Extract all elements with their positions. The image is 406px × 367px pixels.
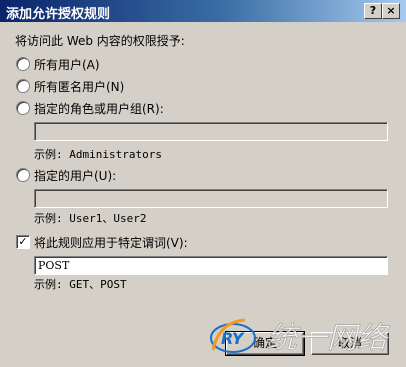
radio-anonymous-users[interactable] <box>16 79 30 93</box>
intro-label: 将访问此 Web 内容的权限授予: <box>15 34 185 48</box>
radio-specified-users[interactable] <box>16 168 30 182</box>
title-bar: 添加允许授权规则 ? × <box>0 0 406 22</box>
verbs-checkbox-label[interactable]: 将此规则应用于特定谓词(V): <box>34 234 188 251</box>
radio-specified-users-label[interactable]: 指定的用户(U): <box>34 167 116 184</box>
specified-users-input[interactable] <box>34 189 388 208</box>
users-example: 示例: User1、User2 <box>34 212 147 225</box>
roles-example: 示例: Administrators <box>34 148 162 161</box>
help-button[interactable]: ? <box>364 3 382 19</box>
ok-button[interactable]: 确定 <box>225 331 305 356</box>
verbs-example: 示例: GET、POST <box>34 278 127 291</box>
roles-groups-input[interactable] <box>34 122 388 141</box>
radio-anonymous-users-label[interactable]: 所有匿名用户(N) <box>34 78 124 95</box>
cancel-button[interactable]: 取消 <box>311 332 389 355</box>
radio-roles-groups-label[interactable]: 指定的角色或用户组(R): <box>34 100 164 117</box>
verbs-input[interactable]: POST <box>34 256 388 275</box>
radio-all-users-label[interactable]: 所有用户(A) <box>34 56 100 73</box>
dialog-title: 添加允许授权规则 <box>6 7 111 22</box>
close-button[interactable]: × <box>382 3 400 19</box>
verbs-checkbox[interactable]: ✓ <box>16 235 30 249</box>
radio-all-users[interactable] <box>16 57 30 71</box>
radio-roles-groups[interactable] <box>16 101 30 115</box>
